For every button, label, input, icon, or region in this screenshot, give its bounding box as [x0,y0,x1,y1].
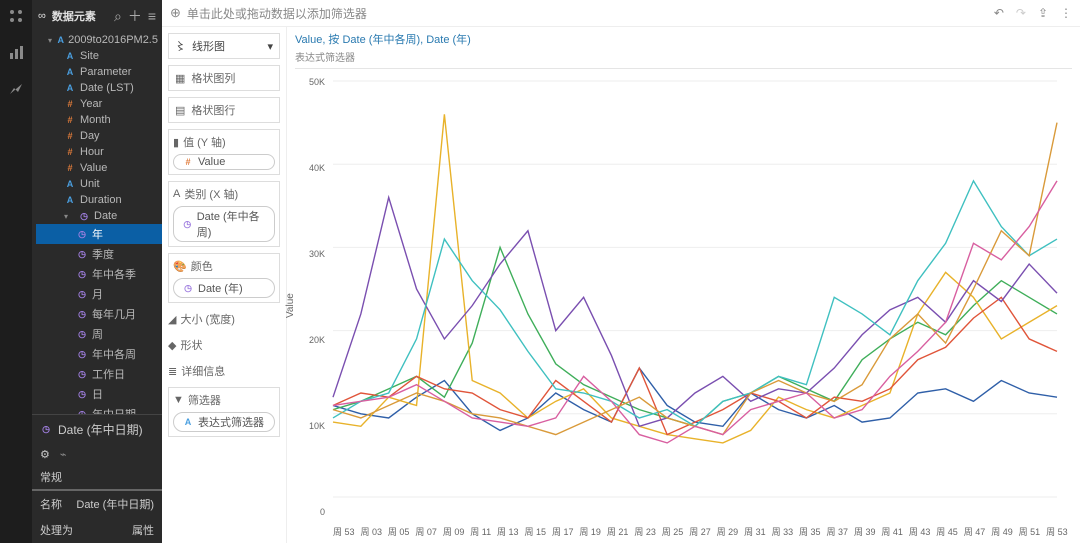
y-axis-label: Value [285,293,296,318]
viz-type-select[interactable]: 〻线形图▾ [168,33,280,59]
filter-shelf[interactable]: ▼筛选器 A表达式筛选器 [168,387,280,437]
tag-icon[interactable]: ⌁ [60,448,67,461]
trellis-col[interactable]: ▦格状图列 [168,65,280,91]
shape-shelf[interactable]: ◆形状 [168,335,280,355]
share-icon[interactable]: ⇪ [1038,6,1048,20]
search-icon[interactable]: ⌕ [114,8,122,25]
gear-icon[interactable]: ⚙ [40,448,50,461]
filter-hint[interactable]: 单击此处或拖动数据以添加筛选器 [187,5,367,22]
line-chart-svg [315,75,1075,515]
line-chart-icon: 〻 [175,38,186,54]
nav-data-icon[interactable] [8,8,24,27]
chart-subtitle: 表达式筛选器 [295,49,1072,64]
trellis-row[interactable]: ▤格状图行 [168,97,280,123]
field-tree[interactable]: ▾A2009to2016PM2.5 ASite AParameter ADate… [32,32,162,414]
tree-item-year[interactable]: ◷年 [36,224,162,244]
logo-icon: ∞ [38,10,46,22]
chart-canvas[interactable]: 50K40K30K20K10K0 Value 周 53周 03周 05周 07周… [295,68,1072,521]
y-axis-shelf[interactable]: ▮值 (Y 轴) #Value [168,129,280,175]
undo-icon[interactable]: ↶ [994,6,1004,20]
x-ticks: 周 53周 03周 05周 07周 09周 11周 13周 15周 17周 19… [333,525,1068,538]
add-filter-icon[interactable]: ⊕ [170,5,181,21]
nav-settings-icon[interactable] [8,82,24,101]
prop-title: Date (年中日期) [58,421,143,438]
tab-general[interactable]: 常规 [32,465,162,491]
menu-icon[interactable]: ≡ [148,8,156,24]
detail-shelf[interactable]: ≣详细信息 [168,361,280,381]
add-icon[interactable]: ＋ [128,6,142,26]
size-shelf[interactable]: ◢大小 (宽度) [168,309,280,329]
color-shelf[interactable]: 🎨颜色 ◷Date (年) [168,253,280,303]
panel-title: 数据元素 [52,8,108,24]
nav-bar-icon[interactable] [8,45,24,64]
more-icon[interactable]: ⋮ [1060,6,1072,20]
chart-title: Value, 按 Date (年中各周), Date (年) [295,31,1072,47]
x-axis-shelf[interactable]: A类别 (X 轴) ◷Date (年中各周) [168,181,280,247]
redo-icon[interactable]: ↷ [1016,6,1026,20]
